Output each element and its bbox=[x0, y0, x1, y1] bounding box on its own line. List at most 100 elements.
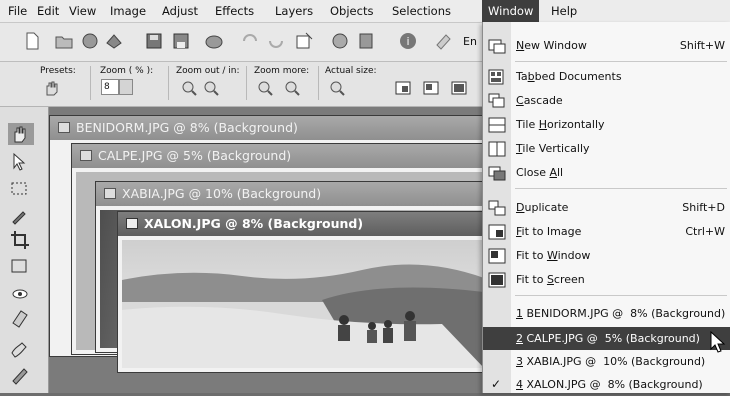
shortcut: Ctrl+W bbox=[685, 225, 725, 238]
doc-title-calpe[interactable]: CALPE.JPG @ 5% (Background) bbox=[72, 144, 492, 168]
workspace: BENIDORM.JPG @ 8% (Background) CALPE.JPG… bbox=[49, 107, 493, 393]
checkmark-icon: ✓ bbox=[491, 377, 502, 391]
print-icon[interactable] bbox=[204, 31, 224, 51]
menu-effects[interactable]: Effects bbox=[215, 4, 254, 18]
menu-item-doc-3[interactable]: 3 XABIA.JPG @ 10% (Background) bbox=[483, 350, 730, 373]
tile-vertical-icon bbox=[488, 141, 506, 157]
menu-item-label: Duplicate bbox=[516, 201, 569, 214]
menu-edit[interactable]: Edit bbox=[37, 4, 59, 18]
menu-item-label: Fit to Screen bbox=[516, 273, 585, 286]
document-icon bbox=[126, 218, 138, 229]
doc-title-xalon[interactable]: XALON.JPG @ 8% (Background) bbox=[118, 212, 490, 236]
menu-bar: File Edit View Image Adjust Effects Laye… bbox=[0, 0, 730, 23]
menu-item-tile-vertically[interactable]: Tile Vertically bbox=[483, 137, 730, 160]
menu-window[interactable]: Window bbox=[482, 0, 540, 22]
menu-item-cascade[interactable]: Cascade bbox=[483, 89, 730, 112]
menu-help[interactable]: Help bbox=[551, 4, 577, 18]
doc-title-text: CALPE.JPG @ 5% (Background) bbox=[98, 148, 292, 163]
document-icon bbox=[104, 188, 116, 199]
duplicate-icon bbox=[488, 200, 506, 216]
menu-file[interactable]: File bbox=[8, 4, 27, 18]
paste-icon[interactable] bbox=[356, 31, 376, 51]
menu-objects[interactable]: Objects bbox=[330, 4, 373, 18]
zoom-more-label: Zoom more: bbox=[254, 66, 310, 76]
selection-tool-icon[interactable] bbox=[8, 178, 34, 200]
menu-view[interactable]: View bbox=[69, 4, 96, 18]
menu-item-label: New Window bbox=[516, 39, 587, 52]
mouse-cursor-icon bbox=[710, 331, 726, 353]
fit-image-icon[interactable] bbox=[394, 80, 412, 96]
zoom-more-out-icon[interactable] bbox=[256, 80, 274, 96]
close-all-icon bbox=[488, 166, 506, 181]
zoom-spin-button[interactable] bbox=[119, 79, 133, 95]
crop-icon[interactable] bbox=[294, 31, 314, 51]
red-eye-tool-icon[interactable] bbox=[8, 283, 34, 305]
open-folder-icon[interactable] bbox=[54, 31, 74, 51]
tools-palette bbox=[0, 107, 49, 393]
pick-tool-icon[interactable] bbox=[8, 151, 34, 173]
browse-icon[interactable] bbox=[80, 31, 100, 51]
menu-layers[interactable]: Layers bbox=[275, 4, 313, 18]
tabbed-documents-icon bbox=[488, 69, 504, 85]
menu-item-fit-to-window[interactable]: Fit to Window bbox=[483, 244, 730, 267]
shortcut: Shift+D bbox=[682, 201, 725, 214]
brush-tool-icon[interactable] bbox=[8, 363, 34, 385]
fit-to-screen-icon bbox=[488, 272, 506, 288]
standard-toolbar: i En bbox=[0, 23, 482, 62]
new-window-icon bbox=[488, 39, 506, 54]
zoom-in-icon[interactable] bbox=[202, 80, 220, 96]
crop-tool-icon[interactable] bbox=[8, 229, 34, 251]
fit-screen-icon[interactable] bbox=[450, 80, 468, 96]
pan-tool-icon[interactable] bbox=[8, 123, 34, 145]
new-file-icon[interactable] bbox=[22, 31, 42, 51]
toolbar-en-label[interactable]: En bbox=[463, 35, 477, 48]
zoom-percent-input[interactable]: 8 bbox=[101, 79, 119, 95]
scan-icon[interactable] bbox=[104, 31, 124, 51]
menu-item-duplicate[interactable]: Duplicate Shift+D bbox=[483, 196, 730, 219]
copy-icon[interactable] bbox=[330, 31, 350, 51]
svg-text:i: i bbox=[406, 35, 409, 48]
save-icon[interactable] bbox=[144, 31, 164, 51]
menu-item-new-window[interactable]: New Window Shift+W bbox=[483, 34, 730, 57]
actual-size-label: Actual size: bbox=[325, 66, 377, 76]
presets-label: Presets: bbox=[40, 66, 76, 76]
save-as-icon[interactable] bbox=[171, 31, 191, 51]
info-icon[interactable]: i bbox=[398, 31, 418, 51]
menu-item-close-all[interactable]: Close All bbox=[483, 161, 730, 184]
menu-item-label: Tile Vertically bbox=[516, 142, 590, 155]
menu-item-doc-2[interactable]: 2 CALPE.JPG @ 5% (Background) bbox=[483, 327, 730, 350]
fit-window-icon[interactable] bbox=[422, 80, 440, 96]
menu-item-label: Fit to Window bbox=[516, 249, 591, 262]
clone-tool-icon[interactable] bbox=[8, 337, 34, 359]
doc-title-xabia[interactable]: XABIA.JPG @ 10% (Background) bbox=[96, 182, 492, 206]
straighten-tool-icon[interactable] bbox=[8, 254, 34, 276]
fit-to-window-icon bbox=[488, 248, 506, 264]
menu-item-tile-horizontally[interactable]: Tile Horizontally bbox=[483, 113, 730, 136]
menu-item-tabbed-documents[interactable]: Tabbed Documents bbox=[483, 65, 730, 88]
xalon-photo bbox=[122, 240, 484, 368]
window-menu-dropdown: New Window Shift+W Tabbed Documents Casc… bbox=[482, 22, 730, 393]
menu-item-label: Cascade bbox=[516, 94, 563, 107]
menu-item-label: Tile Horizontally bbox=[516, 118, 605, 131]
menu-item-fit-to-screen[interactable]: Fit to Screen bbox=[483, 268, 730, 291]
effects-browser-icon[interactable] bbox=[434, 31, 454, 51]
menu-image[interactable]: Image bbox=[110, 4, 146, 18]
dropper-tool-icon[interactable] bbox=[8, 204, 34, 226]
presets-hand-icon[interactable] bbox=[42, 80, 60, 96]
menu-item-fit-to-image[interactable]: Fit to Image Ctrl+W bbox=[483, 220, 730, 243]
menu-adjust[interactable]: Adjust bbox=[162, 4, 198, 18]
makeover-tool-icon[interactable] bbox=[8, 307, 34, 329]
redo-icon[interactable] bbox=[266, 31, 286, 51]
document-window-xalon[interactable]: XALON.JPG @ 8% (Background) bbox=[117, 211, 491, 373]
actual-size-icon[interactable] bbox=[328, 80, 346, 96]
menu-item-label: 2 CALPE.JPG @ 5% (Background) bbox=[516, 332, 700, 345]
zoom-more-in-icon[interactable] bbox=[283, 80, 301, 96]
doc-title-benidorm[interactable]: BENIDORM.JPG @ 8% (Background) bbox=[50, 116, 490, 140]
zoom-out-in-label: Zoom out / in: bbox=[176, 66, 240, 76]
doc-title-text: XABIA.JPG @ 10% (Background) bbox=[122, 186, 322, 201]
menu-item-doc-1[interactable]: 1 BENIDORM.JPG @ 8% (Background) bbox=[483, 302, 730, 325]
menu-selections[interactable]: Selections bbox=[392, 4, 451, 18]
menu-item-label: 4 XALON.JPG @ 8% (Background) bbox=[516, 378, 703, 391]
zoom-out-icon[interactable] bbox=[180, 80, 198, 96]
undo-icon[interactable] bbox=[240, 31, 260, 51]
